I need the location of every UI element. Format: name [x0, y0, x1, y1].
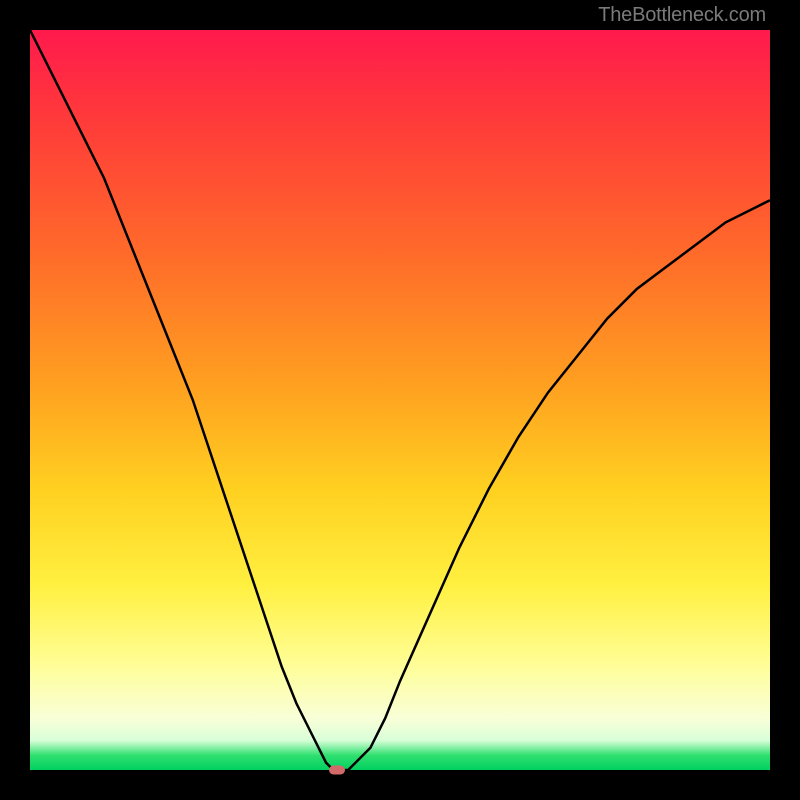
plot-area — [30, 30, 770, 770]
bottleneck-curve — [30, 30, 770, 770]
watermark-text: TheBottleneck.com — [598, 4, 766, 27]
chart-container: TheBottleneck.com — [0, 0, 800, 800]
chart-svg — [30, 30, 770, 770]
optimal-point-marker — [329, 766, 345, 775]
